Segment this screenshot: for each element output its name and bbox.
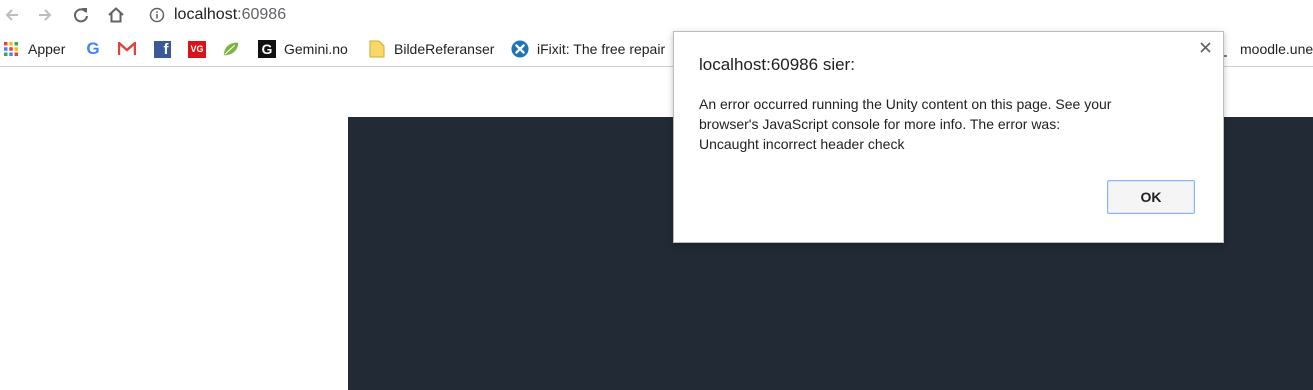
dialog-message-line: browser's JavaScript console for more in… xyxy=(699,116,1061,132)
dialog-message-line: Uncaught incorrect header check xyxy=(699,136,905,152)
url-text: localhost:60986 xyxy=(174,6,286,24)
ok-button[interactable]: OK xyxy=(1107,180,1195,214)
vg-icon: VG xyxy=(188,40,206,58)
google-icon: G xyxy=(86,39,100,58)
bookmark-bildereferanser[interactable]: BildeReferanser xyxy=(368,38,494,60)
forward-arrow-icon xyxy=(39,9,52,21)
bookmark-label: Gemini.no xyxy=(284,41,348,57)
dialog-title: localhost:60986 sier: xyxy=(699,55,855,74)
home-icon xyxy=(108,7,124,23)
alert-dialog: localhost:60986 sier: An error occurred … xyxy=(673,31,1224,243)
bookmark-label: iFixit: The free repair xyxy=(537,41,666,57)
bookmark-gemini[interactable]: G Gemini.no xyxy=(258,38,348,60)
browser-toolbar: localhost:60986 xyxy=(0,0,1313,32)
dialog-message-line: An error occurred running the Unity cont… xyxy=(699,96,1112,112)
url-host: localhost xyxy=(174,6,238,23)
bookmark-label: moodle.une xyxy=(1240,41,1313,57)
info-icon[interactable] xyxy=(148,6,166,24)
bookmark-vg[interactable]: VG xyxy=(188,38,206,60)
reload-button[interactable] xyxy=(69,4,93,26)
back-arrow-icon xyxy=(5,9,18,21)
bookmark-ifixit[interactable]: iFixit: The free repair xyxy=(511,38,665,60)
bookmark-label: Apper xyxy=(28,41,66,57)
gemini-icon: G xyxy=(258,40,276,58)
forward-button[interactable] xyxy=(33,4,57,26)
home-button[interactable] xyxy=(104,4,128,26)
bookmark-label: BildeReferanser xyxy=(394,41,495,57)
bookmark-facebook[interactable]: f xyxy=(153,38,171,60)
bookmark-leaf[interactable] xyxy=(222,38,240,60)
back-button[interactable] xyxy=(0,4,24,26)
leaf-icon xyxy=(222,40,240,58)
bookmark-apps[interactable]: Apper xyxy=(2,38,65,60)
close-icon xyxy=(1199,41,1211,53)
bookmark-gmail[interactable] xyxy=(118,38,136,60)
reload-icon xyxy=(74,8,88,23)
address-bar[interactable]: localhost:60986 xyxy=(140,2,1313,28)
url-port: :60986 xyxy=(237,6,287,23)
ifixit-icon xyxy=(511,40,529,58)
bookmark-google[interactable]: G xyxy=(84,38,102,60)
facebook-icon: f xyxy=(153,40,171,58)
folder-icon xyxy=(368,40,386,58)
gmail-icon xyxy=(118,40,136,58)
close-button[interactable] xyxy=(1197,39,1213,55)
apps-grid-icon xyxy=(2,40,20,58)
dialog-message: An error occurred running the Unity cont… xyxy=(699,94,1179,154)
bookmark-moodle[interactable]: moodle.une xyxy=(1214,38,1313,60)
